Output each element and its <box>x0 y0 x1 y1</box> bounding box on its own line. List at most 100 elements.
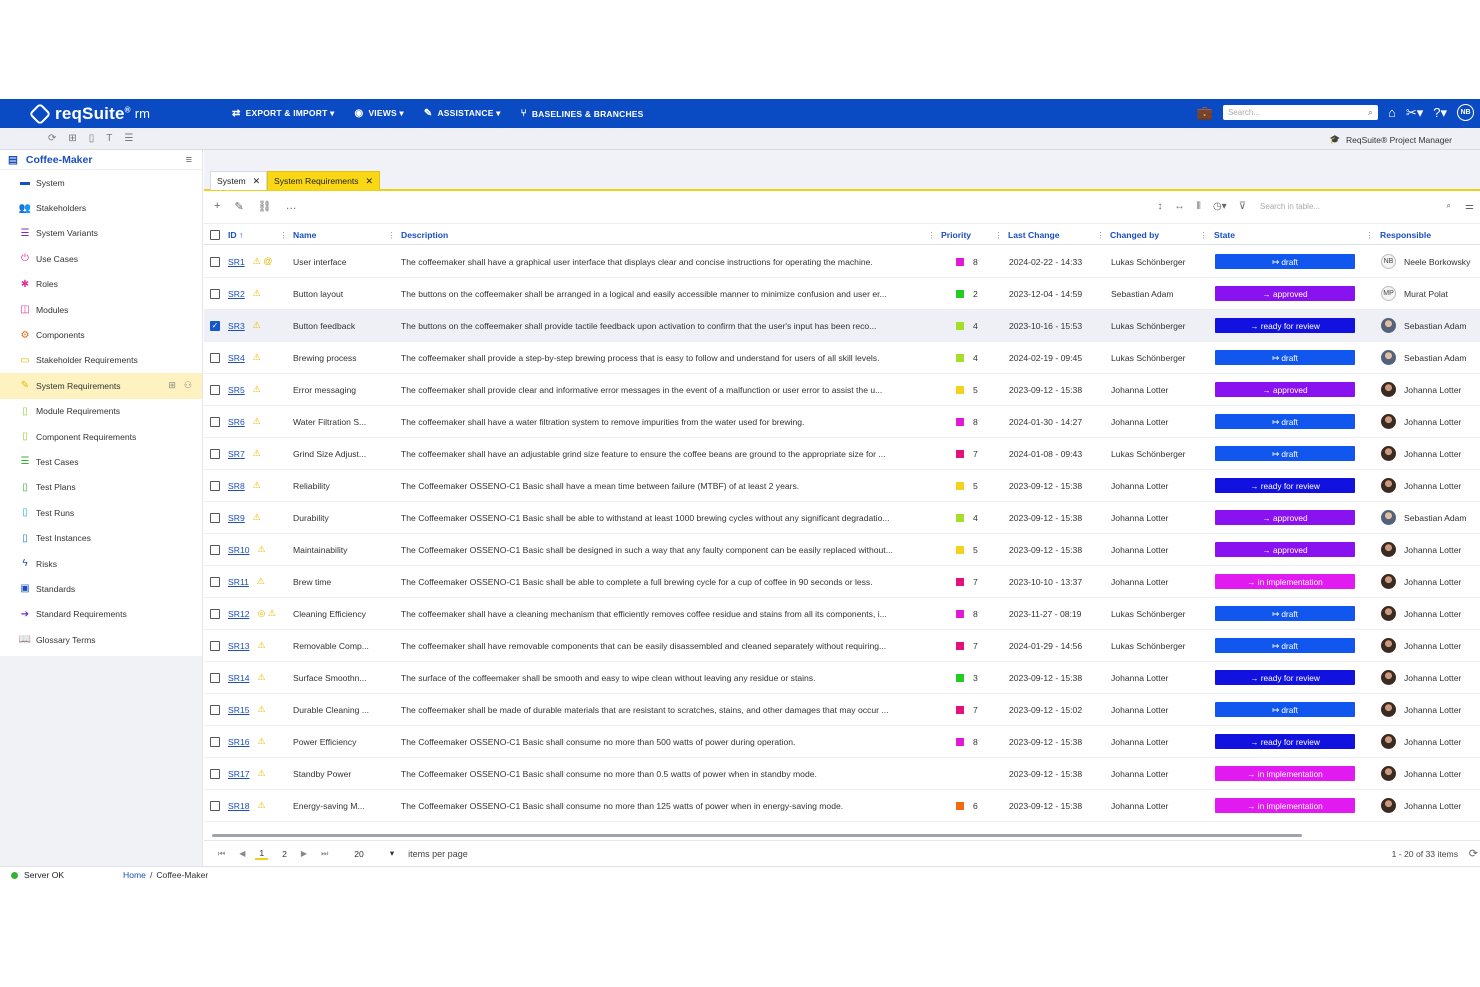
next-page-icon[interactable]: ▶ <box>301 849 307 858</box>
sidebar-item[interactable]: ϟ Risks <box>0 551 202 576</box>
refresh-icon[interactable]: ⟳ <box>1469 847 1478 860</box>
requirement-id-link[interactable]: SR7 <box>228 449 245 459</box>
column-header-responsible[interactable]: Responsible <box>1380 224 1480 246</box>
table-row[interactable]: SR6 ⚠ Water Filtration S... The coffeemaker… <box>204 406 1480 438</box>
tools-icon[interactable]: ✂▾ <box>1406 105 1423 121</box>
requirement-id-link[interactable]: SR4 <box>228 353 245 363</box>
close-icon[interactable]: ✕ <box>253 176 261 187</box>
columns-icon[interactable]: ⦀ <box>1197 201 1201 212</box>
nav-menu-item[interactable]: ◉ VIEWS ▾ <box>355 108 404 119</box>
hamburger-menu-icon[interactable]: ≡ <box>186 154 192 166</box>
sidebar-item[interactable]: 📖 Glossary Terms <box>0 627 202 652</box>
requirement-id-link[interactable]: SR11 <box>228 577 249 587</box>
table-search-input[interactable]: Search in table... ⌕ <box>1258 199 1453 213</box>
requirement-id-link[interactable]: SR3 <box>228 321 245 331</box>
sidebar-item[interactable]: ▯ Test Runs <box>0 500 202 525</box>
sidebar-item[interactable]: ◫ Modules <box>0 297 202 322</box>
row-checkbox[interactable] <box>210 566 226 597</box>
table-row[interactable]: SR2 ⚠ Button layout The buttons on the coff… <box>204 278 1480 310</box>
column-header-id[interactable]: ID ↑ ⋮ <box>228 224 288 246</box>
row-checkbox[interactable] <box>210 758 226 789</box>
status-badge[interactable]: → approved <box>1215 510 1355 525</box>
row-checkbox[interactable] <box>210 342 226 373</box>
status-badge[interactable]: ↦ draft <box>1215 254 1355 269</box>
row-checkbox[interactable]: ✓ <box>210 310 226 341</box>
requirement-id-link[interactable]: SR17 <box>228 769 250 779</box>
column-header-description[interactable]: Description ⋮ <box>401 224 936 246</box>
requirement-id-link[interactable]: SR5 <box>228 385 245 395</box>
tab-system-requirements[interactable]: System Requirements ✕ <box>267 171 381 190</box>
row-checkbox[interactable] <box>210 470 226 501</box>
link-icon[interactable]: ⛓ <box>258 200 272 213</box>
nav-menu-item[interactable]: ✎ ASSISTANCE ▾ <box>424 108 501 119</box>
project-header[interactable]: ▤ Coffee-Maker ≡ <box>0 150 202 170</box>
requirement-id-link[interactable]: SR16 <box>228 737 250 747</box>
row-checkbox[interactable] <box>210 662 226 693</box>
search-icon[interactable]: ⌕ <box>1447 201 1451 211</box>
app-logo[interactable]: reqSuite® rm <box>28 102 222 125</box>
add-icon[interactable]: + <box>214 200 220 213</box>
column-header-name[interactable]: Name ⋮ <box>293 224 396 246</box>
row-checkbox[interactable] <box>210 598 226 629</box>
sidebar-item[interactable]: ▯ Test Plans <box>0 475 202 500</box>
column-header-changed-by[interactable]: Changed by ⋮ <box>1110 224 1208 246</box>
requirement-id-link[interactable]: SR12 <box>228 609 250 619</box>
status-badge[interactable]: → ready for review <box>1215 670 1355 685</box>
table-row[interactable]: SR7 ⚠ Grind Size Adjust... The coffeemaker … <box>204 438 1480 470</box>
status-badge[interactable]: ↦ draft <box>1215 446 1355 461</box>
sidebar-item[interactable]: ✱ Roles <box>0 272 202 297</box>
edit-icon[interactable]: ✎ <box>234 200 243 213</box>
sidebar-item[interactable]: ▯ Component Requirements <box>0 424 202 449</box>
sidebar-item[interactable]: ▬ System <box>0 170 202 195</box>
global-search-input[interactable]: Search... ⌕ <box>1222 105 1378 120</box>
sidebar-item[interactable]: ▯ Test Instances <box>0 525 202 550</box>
requirement-id-link[interactable]: SR6 <box>228 417 245 427</box>
status-badge[interactable]: → in implementation <box>1215 766 1355 781</box>
settings-sliders-icon[interactable]: ⚌ <box>1465 201 1474 212</box>
column-header-state[interactable]: State ⋮ <box>1214 224 1374 246</box>
row-checkbox[interactable] <box>210 406 226 437</box>
help-icon[interactable]: ?▾ <box>1433 105 1447 121</box>
user-avatar[interactable]: NB <box>1457 104 1474 121</box>
text-icon[interactable]: T <box>106 133 112 144</box>
sidebar-item[interactable]: 👥 Stakeholders <box>0 195 202 220</box>
refresh-icon[interactable]: ⟳ <box>48 133 56 144</box>
row-checkbox[interactable] <box>210 278 226 309</box>
row-checkbox[interactable] <box>210 534 226 565</box>
table-row[interactable]: SR18 ⚠ Energy-saving M... The Coffeemaker O… <box>204 790 1480 822</box>
status-badge[interactable]: ↦ draft <box>1215 606 1355 621</box>
table-row[interactable]: SR14 ⚠ Surface Smoothn... The surface of th… <box>204 662 1480 694</box>
table-row[interactable]: SR16 ⚠ Power Efficiency The Coffeemaker OSS… <box>204 726 1480 758</box>
status-badge[interactable]: → ready for review <box>1215 318 1355 333</box>
row-checkbox[interactable] <box>210 438 226 469</box>
status-badge[interactable]: → in implementation <box>1215 574 1355 589</box>
database-icon[interactable]: ☰ <box>124 133 133 144</box>
table-row[interactable]: SR13 ⚠ Removable Comp... The coffeemaker sh… <box>204 630 1480 662</box>
status-badge[interactable]: → approved <box>1215 382 1355 397</box>
page-2-button[interactable]: 2 <box>282 849 287 859</box>
status-badge[interactable]: → ready for review <box>1215 478 1355 493</box>
table-row[interactable]: SR4 ⚠ Brewing process The coffeemaker shall… <box>204 342 1480 374</box>
project-manager-link[interactable]: 🎓 ReqSuite® Project Manager <box>1329 134 1452 145</box>
status-badge[interactable]: → approved <box>1215 542 1355 557</box>
home-icon[interactable]: ⌂ <box>1388 105 1396 120</box>
sidebar-item[interactable]: ➔ Standard Requirements <box>0 602 202 627</box>
document-icon[interactable]: ▯ <box>89 133 95 144</box>
row-checkbox[interactable] <box>210 790 226 821</box>
requirement-id-link[interactable]: SR2 <box>228 289 245 299</box>
requirement-id-link[interactable]: SR1 <box>228 257 245 267</box>
new-folder-icon[interactable]: ⊞ <box>168 380 176 391</box>
table-row[interactable]: SR17 ⚠ Standby Power The Coffeemaker OSSENO… <box>204 758 1480 790</box>
sidebar-item[interactable]: ☰ Test Cases <box>0 449 202 474</box>
table-row[interactable]: SR9 ⚠ Durability The Coffeemaker OSSENO-C1 … <box>204 502 1480 534</box>
sidebar-item[interactable]: ▭ Stakeholder Requirements <box>0 348 202 373</box>
requirement-id-link[interactable]: SR10 <box>228 545 250 555</box>
row-checkbox[interactable] <box>210 726 226 757</box>
expand-vertical-icon[interactable]: ↕ <box>1158 201 1163 212</box>
table-row[interactable]: ✓ SR3 ⚠ Button feedback The buttons on the c… <box>204 310 1480 342</box>
row-checkbox[interactable] <box>210 502 226 533</box>
clock-icon[interactable]: ◷▾ <box>1213 201 1227 212</box>
requirement-id-link[interactable]: SR9 <box>228 513 245 523</box>
row-checkbox[interactable] <box>210 246 226 277</box>
status-badge[interactable]: ↦ draft <box>1215 414 1355 429</box>
